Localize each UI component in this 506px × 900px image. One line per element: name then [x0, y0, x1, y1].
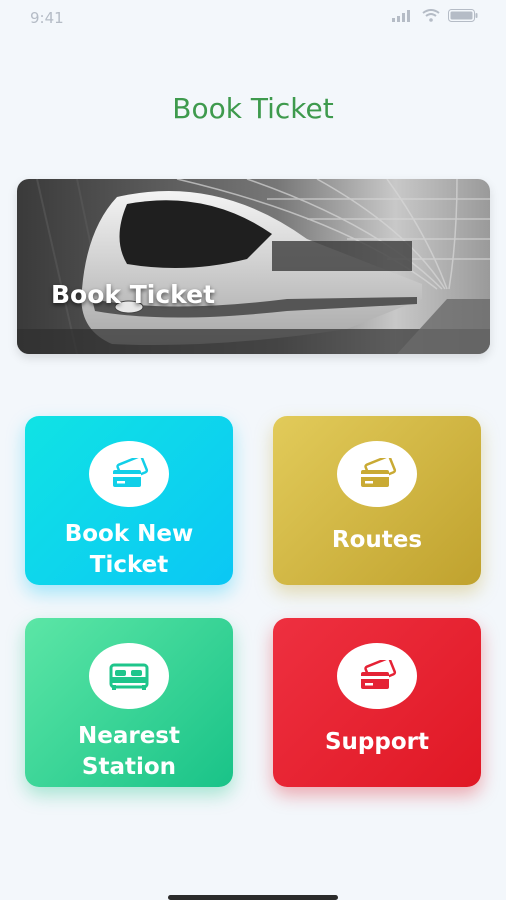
tile-label-support: Support: [324, 729, 429, 755]
battery-icon: [448, 9, 478, 22]
wifi-icon: [422, 9, 440, 22]
nearest-station-tile[interactable]: Nearest Station: [25, 618, 233, 787]
ticket-card-icon: [337, 643, 417, 709]
routes-tile[interactable]: Routes: [273, 416, 481, 585]
status-icons: [392, 9, 478, 22]
bed-icon: [89, 643, 169, 709]
book-new-ticket-tile[interactable]: Book New Ticket: [25, 416, 233, 585]
tile-label-book-new-ticket: Book New Ticket: [64, 521, 194, 578]
banner-label: Book Ticket: [51, 280, 216, 309]
metro-train-photo: [17, 179, 490, 354]
status-time: 9:41: [30, 9, 64, 27]
signal-icon: [392, 9, 410, 22]
tile-label-routes: Routes: [331, 527, 423, 553]
status-bar: 9:41: [0, 0, 506, 36]
book-ticket-banner[interactable]: Book Ticket: [17, 179, 490, 354]
ticket-card-icon: [337, 441, 417, 507]
page-title: Book Ticket: [172, 92, 334, 125]
home-indicator[interactable]: [168, 895, 338, 900]
support-tile[interactable]: Support: [273, 618, 481, 787]
tile-label-nearest-station: Nearest Station: [78, 723, 180, 780]
ticket-card-icon: [89, 441, 169, 507]
